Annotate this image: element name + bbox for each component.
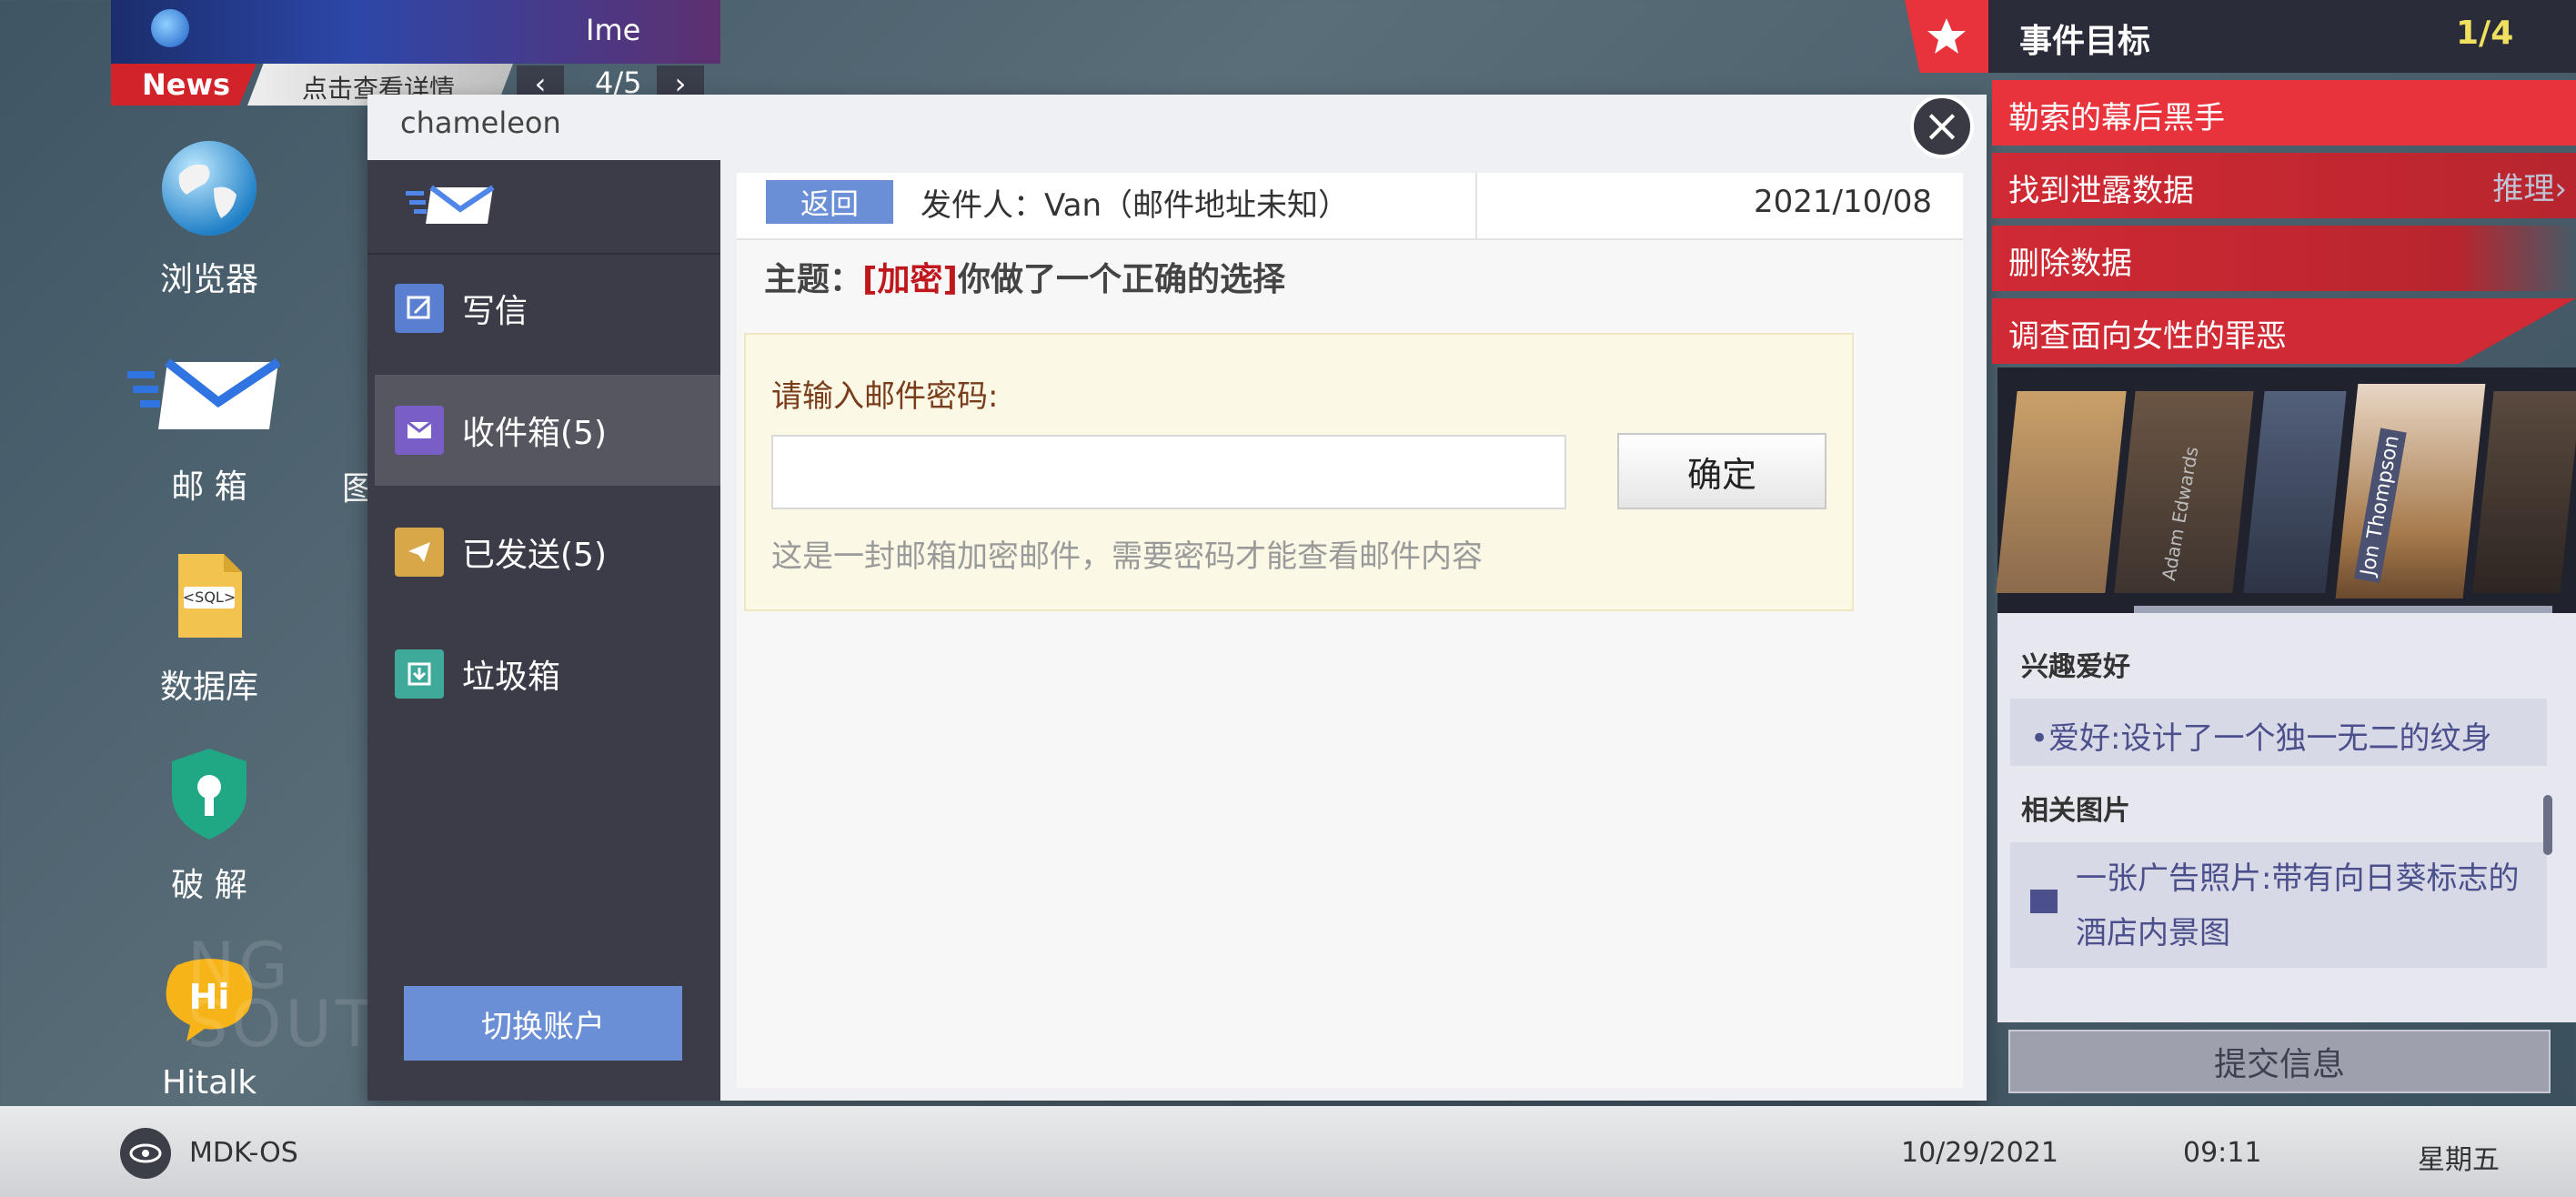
shield-keyhole-icon <box>159 744 259 844</box>
taskbar-date: 10/29/2021 <box>1901 1137 2058 1169</box>
back-button[interactable]: 返回 <box>766 180 893 224</box>
desktop-icon-mail[interactable]: 邮 箱 <box>118 346 300 508</box>
objectives-progress: 1/4 <box>2456 15 2514 52</box>
objective-item-active[interactable]: 勒索的幕后黑手 <box>1992 80 2576 146</box>
portrait-scrollbar[interactable] <box>2134 606 2552 613</box>
subject-encrypted-tag: [加密] <box>862 261 958 298</box>
hobby-entry[interactable]: •爱好:设计了一个独一无二的纹身 <box>2010 699 2547 766</box>
objectives-title: 事件目标 <box>2019 23 2151 60</box>
taskbar-weekday: 星期五 <box>2418 1144 2500 1176</box>
news-headline: Ime <box>586 13 641 47</box>
star-icon <box>1905 0 1988 73</box>
portrait-strip: Adam Edwards Jon Thompson <box>1996 367 2576 613</box>
compose-icon <box>395 284 444 333</box>
trash-icon <box>395 649 444 699</box>
submit-info-button[interactable]: 提交信息 <box>2008 1030 2551 1093</box>
objectives-panel: 事件目标 1/4 勒索的幕后黑手 找到泄露数据 推理› 删除数据 调查面向女性的… <box>1905 0 2576 364</box>
inbox-icon <box>395 406 444 455</box>
news-banner: Ime <box>111 0 720 64</box>
section-heading-images: 相关图片 <box>2021 795 2130 827</box>
objective-label: 找到泄露数据 <box>2008 173 2194 209</box>
objective-item[interactable]: 删除数据 <box>1992 226 2576 291</box>
entry-text: 一张广告照片:带有向日葵标志的酒店内景图 <box>2076 860 2520 951</box>
desktop-icon-label: 破 解 <box>171 867 247 904</box>
sidebar-item-sent[interactable]: 已发送(5) <box>375 497 720 608</box>
desktop-icon-browser[interactable]: 浏览器 <box>118 138 300 300</box>
sent-icon <box>395 528 444 577</box>
mail-window: chameleon 写信 收件箱(5) 已发送(5) 垃圾箱 切换账户 返回 发… <box>367 95 1987 1101</box>
deduce-link[interactable]: 推理› <box>2492 164 2567 208</box>
password-panel: 请输入邮件密码: 确定 这是一封邮箱加密邮件，需要密码才能查看邮件内容 <box>744 333 1854 611</box>
subject-prefix: 主题： <box>764 261 863 298</box>
sidebar-item-inbox[interactable]: 收件箱(5) <box>375 375 720 486</box>
portrait-card <box>1996 391 2127 593</box>
image-icon <box>2030 890 2058 913</box>
os-name: MDK-OS <box>189 1137 298 1169</box>
objective-label: 删除数据 <box>2008 246 2132 282</box>
sender-text: 发件人：Van（邮件地址未知） <box>921 187 1350 224</box>
confirm-button[interactable]: 确定 <box>1617 433 1826 509</box>
mail-sidebar: 写信 收件箱(5) 已发送(5) 垃圾箱 切换账户 <box>367 160 720 1101</box>
section-heading-hobbies: 兴趣爱好 <box>2021 651 2130 683</box>
objective-label: 调查面向女性的罪恶 <box>2008 318 2287 355</box>
taskbar-time: 09:11 <box>2183 1137 2262 1169</box>
taskbar: MDK-OS 10/29/2021 09:11 星期五 <box>0 1106 2576 1197</box>
news-globe-icon <box>151 9 189 47</box>
sidebar-item-label: 已发送(5) <box>462 537 607 574</box>
portrait-card <box>2472 391 2576 593</box>
mail-content: 返回 发件人：Van（邮件地址未知） 2021/10/08 主题：[加密]你做了… <box>737 173 1963 1088</box>
mail-icon <box>127 346 282 446</box>
subject-text: 你做了一个正确的选择 <box>957 261 1285 298</box>
os-logo-icon[interactable] <box>120 1128 171 1179</box>
password-prompt: 请输入邮件密码: <box>771 378 999 415</box>
globe-icon <box>159 138 259 238</box>
mail-logo-icon <box>406 184 497 231</box>
objective-item[interactable]: 调查面向女性的罪恶 <box>1992 298 2576 364</box>
desktop-icon-label: 浏览器 <box>159 261 258 298</box>
portrait-card <box>2243 391 2347 593</box>
sidebar-item-label: 收件箱(5) <box>462 415 607 452</box>
password-hint: 这是一封邮箱加密邮件，需要密码才能查看邮件内容 <box>771 538 1483 575</box>
background-watermark-text: NG SOUT <box>187 929 378 1061</box>
desktop-icon-crack[interactable]: 破 解 <box>118 744 300 906</box>
switch-account-button[interactable]: 切换账户 <box>404 986 682 1061</box>
objective-label: 勒索的幕后黑手 <box>2008 100 2225 136</box>
objective-item[interactable]: 找到泄露数据 推理› <box>1992 153 2576 218</box>
sidebar-item-trash[interactable]: 垃圾箱 <box>375 619 720 729</box>
desktop-icon-label: 数据库 <box>159 669 258 706</box>
sidebar-item-label: 写信 <box>462 293 528 330</box>
desktop-icon-label: Hitalk <box>161 1064 257 1101</box>
window-title: chameleon <box>400 106 561 140</box>
news-bar: Ime News 点击查看详情 ‹ 4/5 › <box>111 0 720 107</box>
svg-text:<SQL>: <SQL> <box>183 588 236 606</box>
image-entry[interactable]: 一张广告照片:带有向日葵标志的酒店内景图 <box>2010 842 2547 968</box>
sidebar-item-compose[interactable]: 写信 <box>375 253 720 364</box>
message-subject: 主题：[加密]你做了一个正确的选择 <box>764 253 1285 300</box>
password-input[interactable] <box>771 435 1566 509</box>
entry-text: •爱好:设计了一个独一无二的纹身 <box>2030 720 2492 757</box>
sql-file-icon: <SQL> <box>159 546 259 646</box>
sidebar-item-label: 垃圾箱 <box>462 659 561 696</box>
header-divider <box>1475 173 1477 238</box>
profile-panel: Adam Edwards Jon Thompson 兴趣爱好 •爱好:设计了一个… <box>1996 367 2576 1022</box>
news-badge: News <box>111 64 257 106</box>
desktop-icon-database[interactable]: <SQL> 数据库 <box>118 546 300 708</box>
desktop-icon-label: 邮 箱 <box>171 468 247 506</box>
profile-scrollbar[interactable] <box>2543 795 2552 855</box>
